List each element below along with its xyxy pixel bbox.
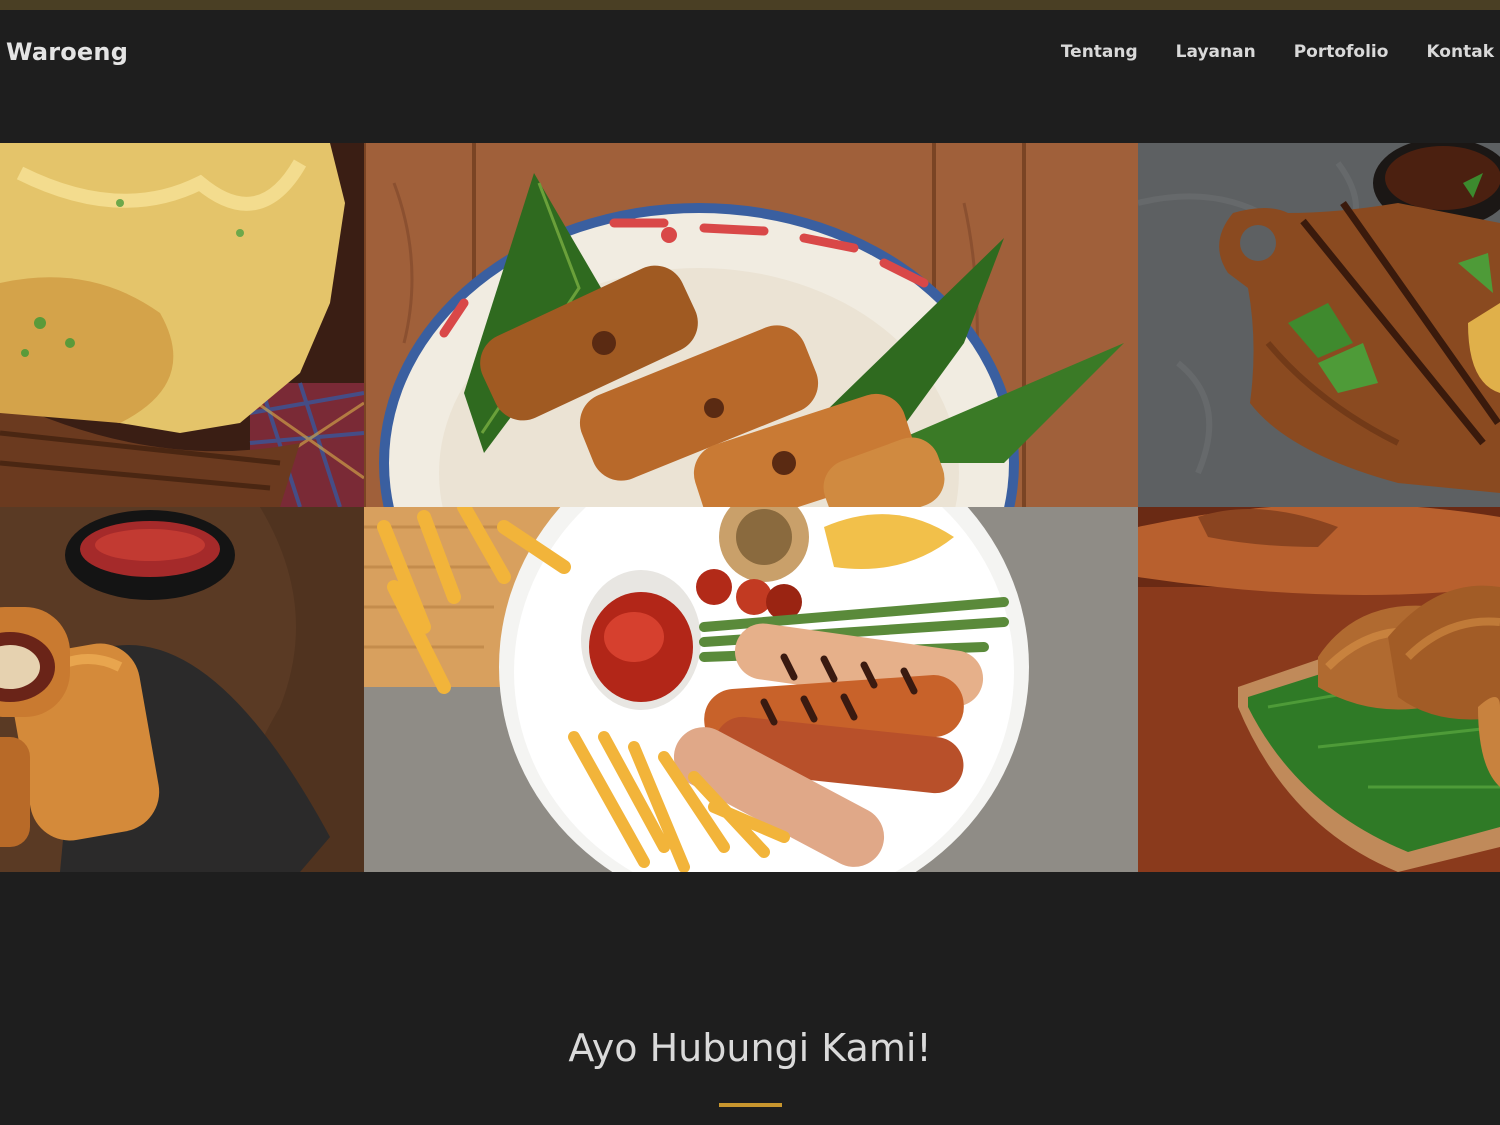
nav-links: Tentang Layanan Portofolio Kontak <box>1061 42 1494 62</box>
brand-logo[interactable]: Waroeng <box>6 38 128 66</box>
nav-link-portofolio[interactable]: Portofolio <box>1294 42 1389 62</box>
nav-link-kontak[interactable]: Kontak <box>1426 42 1494 62</box>
fried-snack-basket-image <box>0 143 364 507</box>
portfolio-gallery <box>0 143 1500 872</box>
portfolio-item-risoles[interactable] <box>0 507 364 872</box>
top-accent-bar <box>0 0 1500 10</box>
navbar: Waroeng Tentang Layanan Portofolio Konta… <box>0 10 1500 100</box>
pangsit-leaf-image <box>1138 507 1500 872</box>
nav-link-tentang[interactable]: Tentang <box>1061 42 1138 62</box>
sausage-platter-image <box>364 507 1138 872</box>
portfolio-item-cutting-board[interactable] <box>1138 143 1500 507</box>
portfolio-item-pangsit[interactable] <box>1138 507 1500 872</box>
cutting-board-image <box>1138 143 1500 507</box>
portfolio-item-lumpia[interactable] <box>364 143 1138 507</box>
risoles-image <box>0 507 364 872</box>
lumpia-plate-image <box>364 143 1138 507</box>
portfolio-item-tahu-walik[interactable] <box>0 143 364 507</box>
contact-section-title: Ayo Hubungi Kami! <box>568 1026 932 1070</box>
section-divider <box>719 1103 782 1107</box>
nav-link-layanan[interactable]: Layanan <box>1176 42 1256 62</box>
portfolio-item-sausage-platter[interactable] <box>364 507 1138 872</box>
